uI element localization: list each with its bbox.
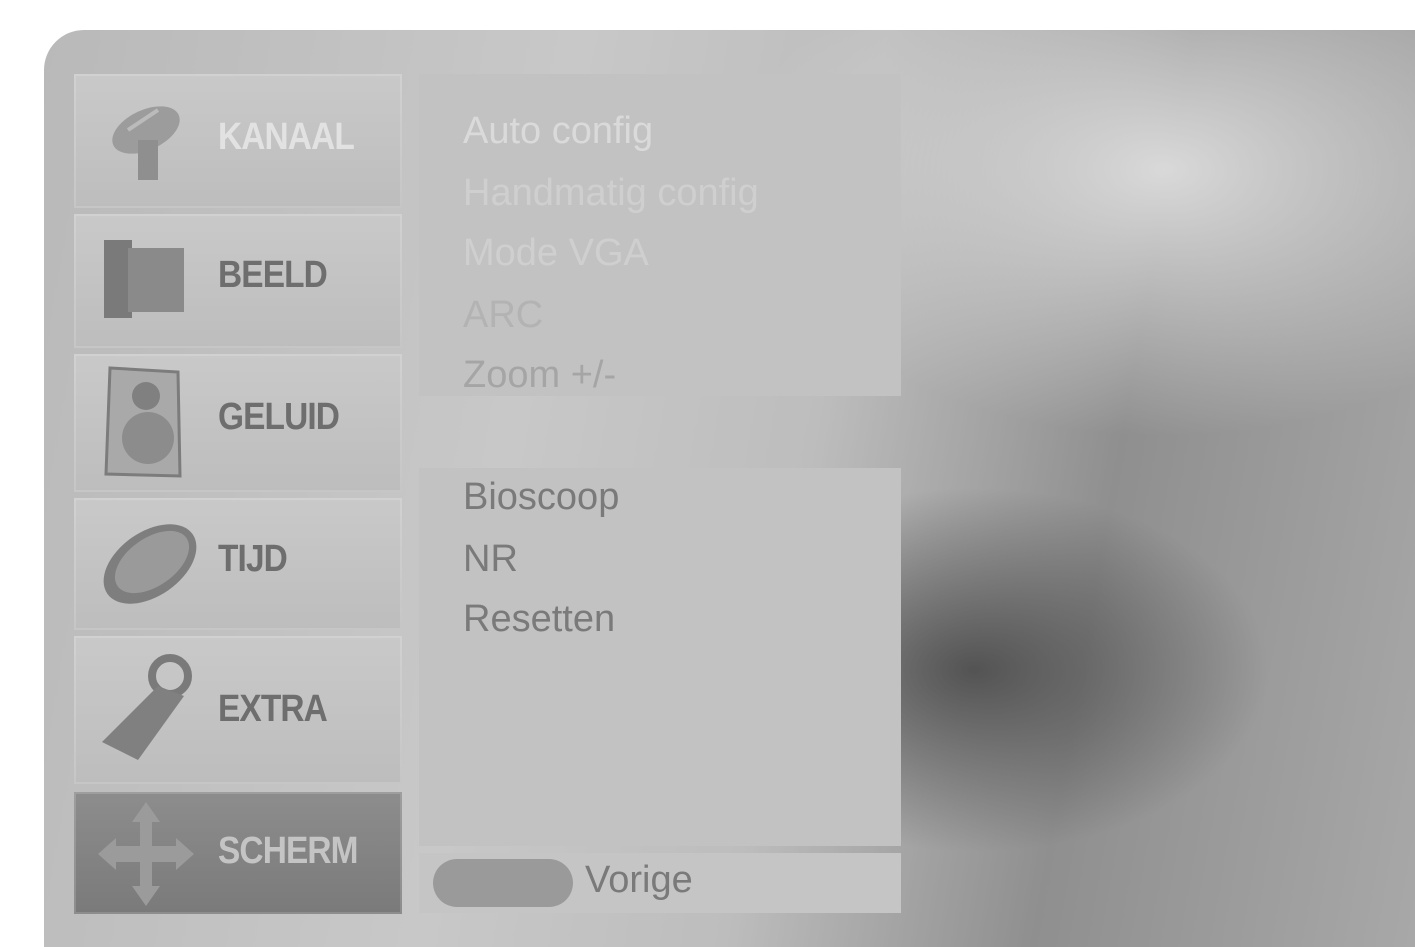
back-bar: Vorige (419, 853, 901, 913)
tag-icon (102, 654, 192, 760)
move-arrows-icon (98, 802, 194, 906)
submenu-item-bioscoop[interactable]: Bioscoop (463, 476, 619, 519)
menu-item-geluid[interactable]: GELUID (74, 354, 402, 492)
speaker-icon (104, 366, 182, 478)
submenu-item-zoom[interactable]: Zoom +/- (463, 354, 616, 397)
picture-icon (104, 240, 184, 318)
submenu-item-handmatig-config[interactable]: Handmatig config (463, 172, 759, 215)
menu-item-label: EXTRA (218, 688, 328, 730)
menu-item-label: TIJD (218, 538, 288, 580)
osd-menu-panel: KANAAL BEELD GELUID TIJD EXTRA SCHERM Au… (44, 30, 1415, 947)
menu-item-beeld[interactable]: BEELD (74, 214, 402, 348)
menu-item-label: BEELD (218, 254, 328, 296)
satellite-dish-icon (112, 106, 180, 180)
submenu-item-mode-vga[interactable]: Mode VGA (463, 232, 649, 275)
menu-item-label: KANAAL (218, 116, 355, 158)
submenu-item-nr[interactable]: NR (463, 538, 518, 581)
submenu-item-arc[interactable]: ARC (463, 294, 543, 337)
menu-item-label: GELUID (218, 396, 340, 438)
submenu-group-1: Auto config Handmatig config Mode VGA AR… (419, 74, 901, 396)
back-button[interactable] (433, 859, 573, 907)
menu-item-scherm[interactable]: SCHERM (74, 792, 402, 914)
submenu-item-auto-config[interactable]: Auto config (463, 110, 653, 153)
menu-item-label: SCHERM (218, 830, 359, 872)
submenu-item-resetten[interactable]: Resetten (463, 598, 615, 641)
back-label: Vorige (585, 859, 693, 901)
menu-item-tijd[interactable]: TIJD (74, 498, 402, 630)
submenu-group-2: Bioscoop NR Resetten (419, 468, 901, 846)
menu-item-kanaal[interactable]: KANAAL (74, 74, 402, 208)
clock-icon (103, 524, 197, 604)
menu-item-extra[interactable]: EXTRA (74, 636, 402, 784)
